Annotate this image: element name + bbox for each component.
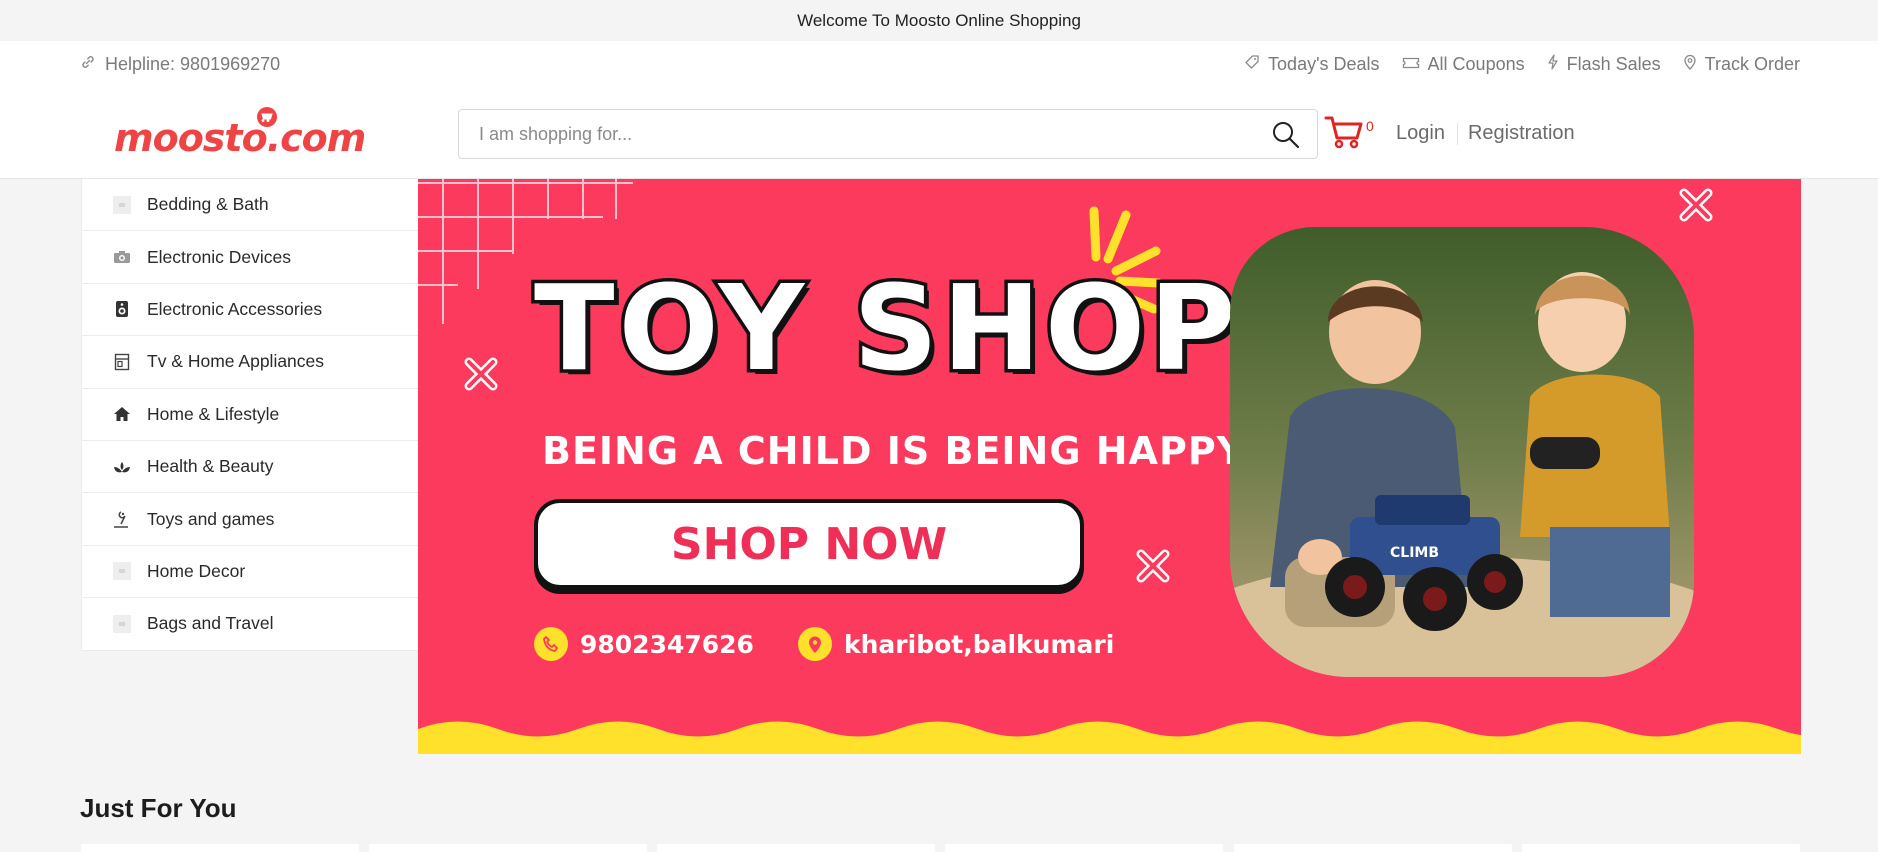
truck-label: CLIMB [1390,545,1439,561]
category-item-home-decor[interactable]: Home Decor [82,546,418,599]
kids-playing-photo: CLIMB [1230,227,1694,677]
camera-icon [112,247,132,267]
registration-link[interactable]: Registration [1458,122,1575,145]
search-input[interactable] [459,110,1259,158]
wave-decoration [418,721,1801,754]
cart-count: 0 [1366,118,1374,134]
welcome-bar: Welcome To Moosto Online Shopping [0,0,1878,41]
category-label: Tv & Home Appliances [147,351,325,372]
toy-icon [112,509,132,529]
coupon-icon [1402,54,1420,75]
track-order-link[interactable]: Track Order [1683,54,1800,75]
category-item-bags-travel[interactable]: Bags and Travel [82,598,418,651]
category-sidebar: Bedding & Bath Electronic Devices Electr… [81,179,418,651]
category-label: Toys and games [147,508,275,529]
category-item-tv-home-appliances[interactable]: Tv & Home Appliances [82,336,418,389]
search-icon[interactable] [1271,120,1301,150]
location-pin-icon [798,627,832,661]
category-item-electronic-accessories[interactable]: Electronic Accessories [82,284,418,337]
image-placeholder-icon [112,614,132,634]
product-card[interactable] [1522,844,1800,852]
todays-deals-label: Today's Deals [1268,54,1380,74]
helpline-text: Helpline: 9801969270 [105,54,281,74]
logo-mark: moosto.com [114,107,366,160]
x-mark-decoration [1136,549,1170,583]
location-icon [1683,54,1697,75]
x-mark-decoration [464,357,498,391]
logo[interactable]: moosto.com [114,107,366,160]
lotus-icon [112,457,132,477]
cart-button[interactable]: 0 [1324,114,1380,154]
home-icon [112,404,132,424]
product-card[interactable] [81,844,359,852]
phone-icon [534,627,568,661]
product-card[interactable] [369,844,647,852]
cart-icon [1324,116,1364,154]
category-label: Electronic Devices [147,246,291,267]
phone-link-icon [80,54,96,75]
top-bar: Helpline: 9801969270 Today's Deals All C… [0,41,1878,89]
logo-text: moosto.com [114,116,364,159]
welcome-text: Welcome To Moosto Online Shopping [797,10,1081,30]
appliance-icon [112,352,132,372]
banner-phone-text: 9802347626 [580,629,754,659]
category-item-health-beauty[interactable]: Health & Beauty [82,441,418,494]
flash-sales-link[interactable]: Flash Sales [1547,54,1661,75]
hero-banner[interactable]: TOY SHOP BEING A CHILD IS BEING HAPPY SH… [418,179,1801,754]
header: moosto.com 0 Login Registration [0,89,1878,179]
category-item-bedding-bath[interactable]: Bedding & Bath [82,179,418,232]
flash-sales-label: Flash Sales [1566,54,1661,74]
banner-tagline: BEING A CHILD IS BEING HAPPY [542,429,1246,473]
top-links: Today's Deals All Coupons Flash Sales Tr… [1244,54,1800,75]
banner-title: TOY SHOP [531,259,1240,397]
just-for-you-title: Just For You [80,793,237,823]
image-placeholder-icon [112,561,132,581]
banner-address-text: kharibot,balkumari [844,629,1115,659]
banner-phone: 9802347626 [534,627,754,661]
kids-illustration: CLIMB [1230,227,1694,677]
category-label: Health & Beauty [147,456,274,477]
product-card[interactable] [945,844,1223,852]
tag-icon [1244,54,1260,75]
category-label: Bedding & Bath [147,194,269,215]
x-mark-decoration [1679,188,1713,222]
category-label: Bags and Travel [147,613,274,634]
banner-address: kharibot,balkumari [798,627,1114,661]
category-label: Electronic Accessories [147,298,323,319]
todays-deals-link[interactable]: Today's Deals [1244,54,1380,75]
category-label: Home Decor [147,560,246,581]
flash-icon [1547,54,1559,75]
track-order-label: Track Order [1704,54,1800,74]
login-link[interactable]: Login [1396,122,1457,145]
category-item-electronic-devices[interactable]: Electronic Devices [82,231,418,284]
speaker-icon [112,299,132,319]
all-coupons-label: All Coupons [1427,54,1525,74]
shop-now-button[interactable]: SHOP NOW [534,499,1084,589]
helpline: Helpline: 9801969270 [80,54,280,75]
product-card[interactable] [657,844,935,852]
category-item-home-lifestyle[interactable]: Home & Lifestyle [82,389,418,441]
category-item-toys-games[interactable]: Toys and games [82,493,418,546]
auth-links: Login Registration [1396,122,1575,145]
image-placeholder-icon [112,195,132,215]
all-coupons-link[interactable]: All Coupons [1402,54,1525,75]
search-bar [458,109,1318,159]
product-card[interactable] [1234,844,1512,852]
category-label: Home & Lifestyle [147,403,280,424]
